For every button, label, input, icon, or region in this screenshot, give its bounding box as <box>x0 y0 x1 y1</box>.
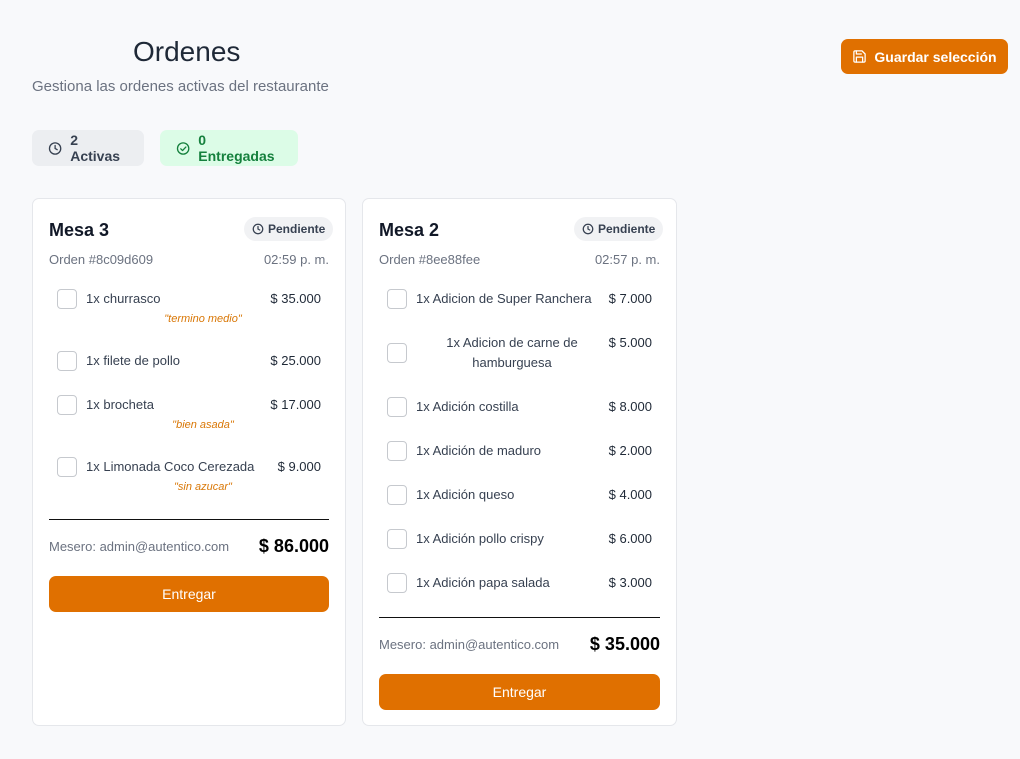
item-checkbox[interactable] <box>387 441 407 461</box>
order-time: 02:57 p. m. <box>594 252 660 267</box>
item-note: "bien asada" <box>172 419 234 431</box>
active-orders-badge[interactable]: 2 Activas <box>32 130 144 166</box>
item-name: 1x churrasco <box>86 291 161 306</box>
deliver-button[interactable]: Entregar <box>379 674 660 710</box>
item-checkbox[interactable] <box>387 529 407 549</box>
item-checkbox[interactable] <box>387 397 407 417</box>
item-checkbox[interactable] <box>57 395 77 415</box>
clock-icon <box>252 223 264 235</box>
item-name: 1x Adicion de carne de hamburguesa <box>446 335 578 370</box>
item-checkbox[interactable] <box>57 457 77 477</box>
save-selection-label: Guardar selección <box>874 48 997 65</box>
item-name: 1x Limonada Coco Cerezada <box>86 459 255 474</box>
order-total: $ 35.000 <box>589 634 660 654</box>
item-price: $ 4.000 <box>608 487 652 502</box>
item-price: $ 7.000 <box>608 291 652 306</box>
item-name: 1x filete de pollo <box>86 353 180 368</box>
active-orders-label: 2 Activas <box>70 132 121 164</box>
item-checkbox[interactable] <box>57 289 77 309</box>
item-price: $ 8.000 <box>608 399 652 414</box>
item-name: 1x Adición pollo crispy <box>416 531 544 546</box>
item-note: "sin azucar" <box>174 481 232 493</box>
order-card: Mesa 3 Pendiente Orden #8c09d609 02:59 p… <box>32 198 346 726</box>
item-name: 1x Adición queso <box>416 487 515 502</box>
item-price: $ 35.000 <box>270 291 321 306</box>
item-checkbox[interactable] <box>387 485 407 505</box>
item-checkbox[interactable] <box>387 343 407 363</box>
item-price: $ 3.000 <box>608 575 652 590</box>
deliver-button[interactable]: Entregar <box>49 576 329 612</box>
item-price: $ 25.000 <box>270 353 321 368</box>
item-name: 1x Adición de maduro <box>416 443 542 458</box>
item-price: $ 9.000 <box>277 459 321 474</box>
item-price: $ 2.000 <box>608 443 652 458</box>
order-total: $ 86.000 <box>258 536 329 556</box>
table-name: Mesa 2 <box>379 220 440 240</box>
order-id: Orden #8c09d609 <box>49 252 154 267</box>
item-price: $ 17.000 <box>270 397 321 412</box>
save-icon <box>853 50 867 63</box>
save-selection-button[interactable]: Guardar selección <box>841 39 1008 74</box>
waiter-info: Mesero: admin@autentico.com <box>379 637 560 652</box>
status-badge: Pendiente <box>244 217 334 241</box>
item-name: 1x brocheta <box>86 397 154 412</box>
divider <box>379 617 660 618</box>
item-name: 1x Adición costilla <box>416 399 519 414</box>
divider <box>49 519 329 520</box>
item-checkbox[interactable] <box>57 351 77 371</box>
order-card: Mesa 2 Pendiente Orden #8ee88fee 02:57 p… <box>362 198 677 726</box>
delivered-orders-label: 0 Entregadas <box>198 132 275 164</box>
status-badge: Pendiente <box>574 217 664 241</box>
clock-icon <box>582 223 594 235</box>
item-name: 1x Adicion de Super Ranchera <box>416 291 592 306</box>
waiter-info: Mesero: admin@autentico.com <box>49 539 230 554</box>
item-price: $ 6.000 <box>608 531 652 546</box>
item-checkbox[interactable] <box>387 289 407 309</box>
item-price: $ 5.000 <box>608 335 652 350</box>
page-title: Ordenes <box>133 36 241 67</box>
check-circle-icon <box>176 141 190 155</box>
item-checkbox[interactable] <box>387 573 407 593</box>
table-name: Mesa 3 <box>49 220 110 240</box>
clock-icon <box>48 141 62 155</box>
order-id: Orden #8ee88fee <box>379 252 481 267</box>
status-label: Pendiente <box>598 222 656 236</box>
item-note: "termino medio" <box>164 313 242 325</box>
order-time: 02:59 p. m. <box>263 252 329 267</box>
item-name: 1x Adición papa salada <box>416 575 550 590</box>
delivered-orders-badge[interactable]: 0 Entregadas <box>160 130 298 166</box>
page-subtitle: Gestiona las ordenes activas del restaur… <box>32 78 329 95</box>
status-label: Pendiente <box>268 222 326 236</box>
